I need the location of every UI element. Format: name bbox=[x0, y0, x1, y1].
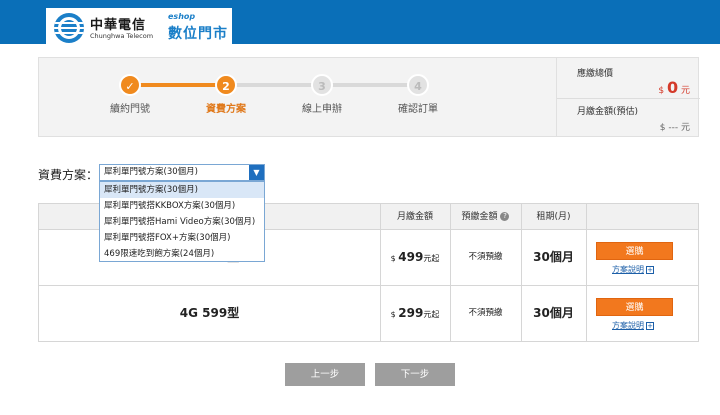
step-1-label: 續約門號 bbox=[110, 104, 150, 115]
header-term: 租期(月) bbox=[536, 212, 571, 222]
header-prepay: 預繳金額 ? bbox=[450, 204, 521, 230]
plan-name: 4G 599型 bbox=[179, 306, 240, 320]
step-2-circle: 2 bbox=[215, 74, 237, 96]
brand-english-name: Chunghwa Telecom bbox=[90, 32, 154, 40]
due-currency: $ bbox=[658, 86, 665, 96]
plan-select[interactable]: 犀利單門號方案(30個月) ▼ bbox=[99, 164, 265, 181]
chunghwa-logo-icon bbox=[54, 13, 84, 43]
next-step-button[interactable]: 下一步 bbox=[375, 363, 455, 386]
plus-icon: + bbox=[646, 321, 654, 330]
plan-option[interactable]: 犀利單門號方案(30個月) bbox=[100, 182, 264, 198]
progress-line-done bbox=[129, 83, 229, 87]
select-plan-button[interactable]: 選購 bbox=[596, 242, 673, 260]
plan-details-link[interactable]: 方案說明 + bbox=[612, 264, 654, 275]
plan-details-link[interactable]: 方案說明 + bbox=[612, 320, 654, 331]
plan-price: $ 499元起 bbox=[390, 250, 440, 264]
plan-prepay: 不須預繳 bbox=[468, 308, 503, 318]
plan-actions: 選購 方案說明 + bbox=[586, 230, 698, 285]
plan-prepay: 不須預繳 bbox=[468, 252, 503, 262]
step-3-label: 線上申辦 bbox=[302, 104, 342, 115]
plan-actions: 選購 方案說明 + bbox=[586, 286, 698, 341]
progress-steps: ✓ 續約門號 2 資費方案 3 線上申辦 4 確認訂單 bbox=[38, 57, 558, 137]
brand-name: 中華電信 bbox=[90, 18, 147, 33]
due-total-label: 應繳總價 bbox=[577, 69, 614, 79]
step-3-circle: 3 bbox=[311, 74, 333, 96]
step-1-check-icon: ✓ bbox=[119, 74, 141, 96]
shop-name: 數位門市 bbox=[168, 26, 228, 42]
price-summary: 應繳總價 $ 0 元 月繳金額(預估) $ --- 元 bbox=[556, 57, 700, 137]
prev-step-button[interactable]: 上一步 bbox=[285, 363, 365, 386]
eshop-tag: eshop bbox=[168, 12, 196, 21]
table-row: 4G 599型 $ 299元起 不須預繳 30個月 選購 方案說明 + bbox=[39, 286, 698, 342]
info-icon[interactable]: ? bbox=[500, 212, 510, 221]
due-unit: 元 bbox=[680, 86, 690, 96]
summary-divider bbox=[557, 98, 700, 99]
plan-option[interactable]: 犀利單門號搭Hami Video方案(30個月) bbox=[100, 214, 264, 230]
plan-selector-label: 資費方案： bbox=[38, 168, 99, 182]
select-plan-button[interactable]: 選購 bbox=[596, 298, 673, 316]
plan-select-value: 犀利單門號方案(30個月) bbox=[104, 167, 198, 177]
monthly-label: 月繳金額(預估) bbox=[577, 107, 639, 117]
plus-icon: + bbox=[646, 265, 654, 274]
monthly-value: $ --- 元 bbox=[659, 123, 690, 133]
chevron-down-icon[interactable]: ▼ bbox=[249, 165, 264, 180]
due-amount: 0 bbox=[666, 78, 679, 97]
plan-option[interactable]: 469限速吃到飽方案(24個月) bbox=[100, 246, 264, 262]
plan-option[interactable]: 犀利單門號搭KKBOX方案(30個月) bbox=[100, 198, 264, 214]
plan-term: 30個月 bbox=[533, 306, 574, 320]
plan-dropdown: 犀利單門號方案(30個月) 犀利單門號搭KKBOX方案(30個月) 犀利單門號搭… bbox=[99, 181, 265, 262]
brand-logo[interactable]: 中華電信 Chunghwa Telecom eshop 數位門市 bbox=[46, 8, 232, 48]
plan-price: $ 299元起 bbox=[390, 306, 440, 320]
step-4-circle: 4 bbox=[407, 74, 429, 96]
step-2-label: 資費方案 bbox=[206, 104, 246, 115]
step-4-label: 確認訂單 bbox=[398, 104, 438, 115]
due-total-value: $ 0 元 bbox=[658, 78, 690, 97]
plan-term: 30個月 bbox=[533, 250, 574, 264]
plan-option[interactable]: 犀利單門號搭FOX+方案(30個月) bbox=[100, 230, 264, 246]
header-monthly: 月繳金額 bbox=[396, 212, 433, 222]
